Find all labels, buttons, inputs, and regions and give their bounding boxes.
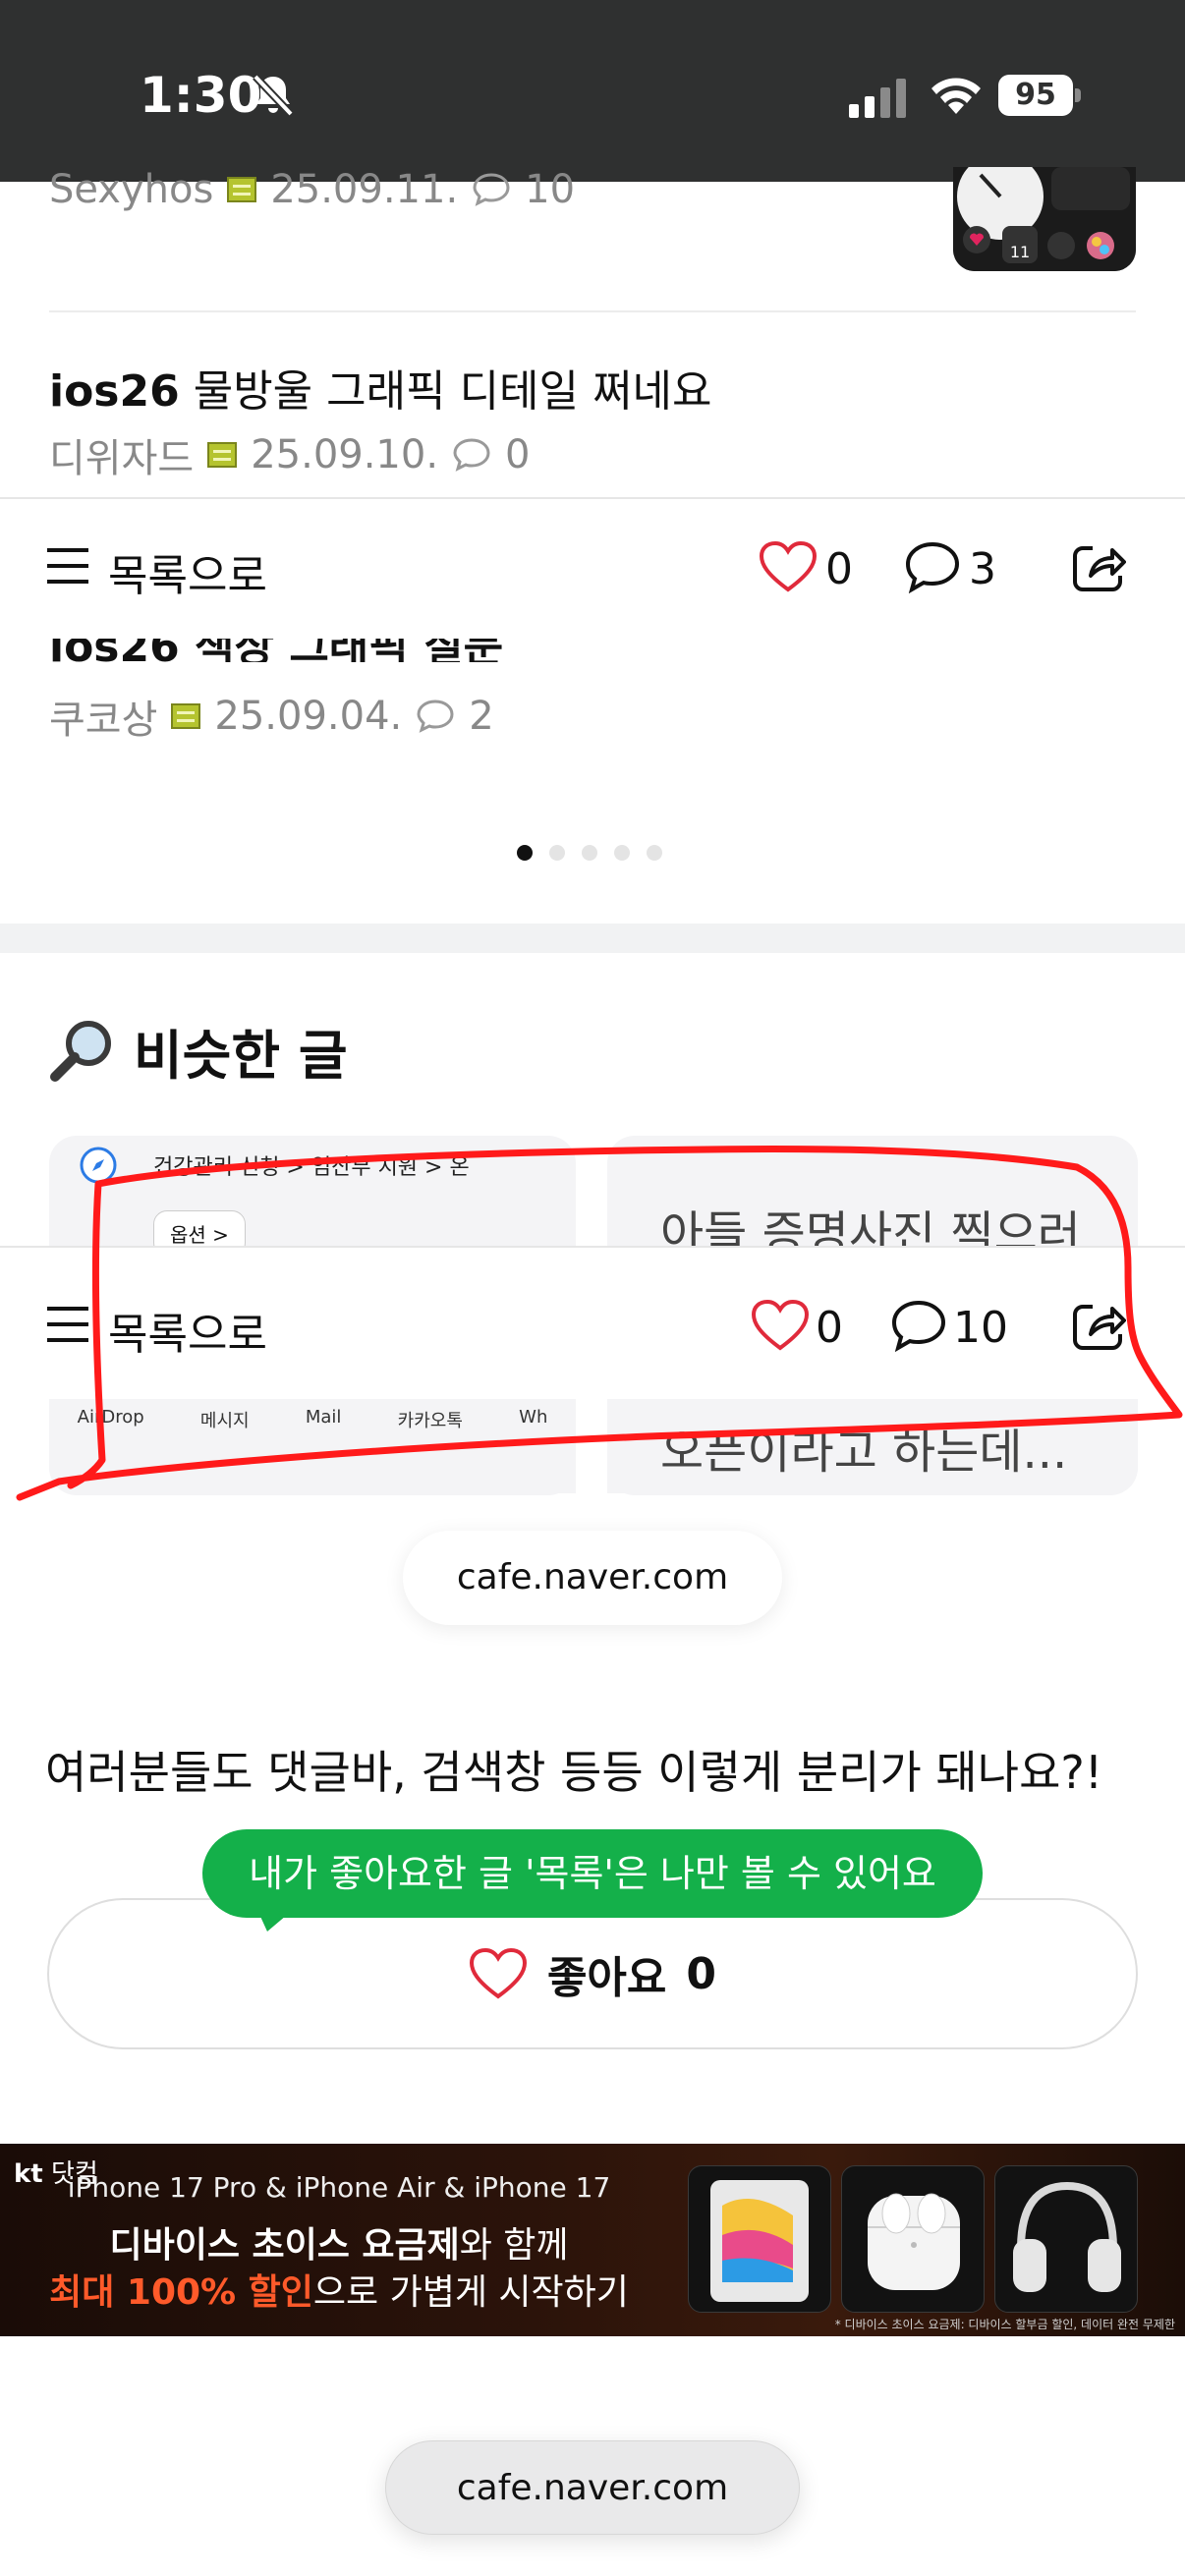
pagination-dot[interactable]	[582, 845, 597, 861]
comment-icon[interactable]	[890, 1299, 947, 1352]
svg-text:11: 11	[1010, 243, 1030, 261]
comment-count: 2	[469, 694, 494, 739]
comment-bubble-icon	[417, 700, 454, 733]
status-time: 1:30	[140, 67, 262, 124]
back-to-list-button[interactable]: 목록으로	[108, 540, 267, 603]
section-separator	[0, 924, 1185, 953]
post-date: 25.09.10.	[251, 432, 439, 477]
pagination-dot[interactable]	[647, 845, 662, 861]
url-bar-top[interactable]: cafe.naver.com	[403, 1531, 782, 1625]
post-meta: 디위자드 25.09.10. 0	[49, 426, 531, 483]
share-icon[interactable]	[1071, 1299, 1126, 1352]
card-lower: 오픈이라고 하는데...	[607, 1399, 1138, 1493]
comment-count: 3	[969, 544, 996, 594]
post-author: 디위자드	[49, 436, 195, 481]
magnifier-icon	[50, 1020, 111, 1082]
bottom-action-bar: 목록으로 0 10	[0, 1246, 1185, 1399]
menu-icon[interactable]	[47, 1305, 88, 1344]
ad-line-3: 최대 100% 할인으로 가볍게 시작하기	[49, 2272, 629, 2313]
like-button[interactable]: 좋아요 0	[47, 1898, 1138, 2049]
bottom-action-bar: 목록으로 0 3	[0, 497, 1185, 635]
tooltip-tail	[257, 1910, 293, 1932]
card-breadcrumb: 건강관리 신청 > 임산부 지원 > 온	[153, 1155, 470, 1180]
ad-fine-print: * 디바이스 초이스 요금제: 디바이스 할부금 할인, 데이터 완전 무제한	[834, 2318, 1175, 2331]
comment-bubble-icon	[473, 173, 510, 206]
comment-icon[interactable]	[904, 540, 961, 593]
post-author: 쿠코상	[49, 698, 158, 743]
airpods-product-image	[841, 2165, 985, 2313]
post-date: 25.09.04.	[214, 694, 403, 739]
cellular-signal-icon	[849, 79, 906, 118]
pagination-dot[interactable]	[614, 845, 630, 861]
post-body-text: 여러분들도 댓글바, 검색창 등등 이렇게 분리가 돼나요?!	[45, 1746, 1103, 1799]
like-count: 0	[816, 1303, 843, 1353]
comment-count: 0	[505, 432, 531, 477]
comment-count: 10	[953, 1303, 1008, 1353]
pagination-dot[interactable]	[517, 845, 533, 861]
post-meta: Sexyhos 25.09.11. 10	[49, 167, 575, 212]
like-count: 0	[825, 544, 853, 594]
heart-icon[interactable]	[751, 1299, 810, 1352]
list-divider	[49, 310, 1136, 312]
ad-line-1: iPhone 17 Pro & iPhone Air & iPhone 17	[67, 2171, 611, 2204]
member-level-icon	[227, 177, 257, 202]
post-author: Sexyhos	[49, 167, 214, 212]
similar-posts-heading: 비슷한 글	[49, 1012, 348, 1090]
share-icon[interactable]	[1071, 540, 1126, 593]
ad-line-2: 디바이스 초이스 요금제와 함께	[109, 2225, 569, 2266]
heart-icon[interactable]	[759, 540, 818, 593]
like-button-count: 0	[686, 1948, 717, 1999]
ad-banner[interactable]: kt 닷컴 iPhone 17 Pro & iPhone Air & iPhon…	[0, 2144, 1185, 2336]
like-button-label: 좋아요	[546, 1953, 667, 2003]
comment-count: 10	[525, 167, 576, 212]
card-share-sheet: AirDrop 메시지 Mail 카카오톡 Wh	[49, 1399, 576, 1493]
like-tooltip: 내가 좋아요한 글 '목록'은 나만 볼 수 있어요	[202, 1829, 983, 1918]
menu-icon[interactable]	[47, 546, 88, 586]
battery-indicator: 95	[998, 75, 1081, 116]
battery-level: 95	[998, 75, 1073, 116]
post-meta: 쿠코상 25.09.04. 2	[49, 688, 494, 745]
member-level-icon	[207, 442, 238, 468]
airpods-max-product-image	[994, 2165, 1138, 2313]
url-bar-bottom[interactable]: cafe.naver.com	[385, 2440, 800, 2535]
post-title[interactable]: ios26 물방울 그래픽 디테일 쩌네요	[49, 356, 711, 419]
heart-icon	[469, 1947, 527, 1999]
post-title-clipped: ios26 색상 그래픽 질문	[49, 639, 560, 662]
wifi-icon	[931, 78, 981, 114]
safari-icon	[80, 1147, 117, 1184]
comment-bubble-icon	[453, 438, 490, 472]
member-level-icon	[171, 703, 201, 729]
card-title-line: 오픈이라고 하는데...	[660, 1425, 1068, 1480]
status-bar: 1:30 95	[0, 0, 1185, 182]
post-thumbnail[interactable]: 11	[953, 167, 1136, 271]
bell-muted-icon	[253, 74, 294, 117]
back-to-list-button[interactable]: 목록으로	[108, 1299, 267, 1362]
carousel-pagination	[517, 845, 662, 861]
ipad-product-image	[688, 2165, 831, 2313]
pagination-dot[interactable]	[549, 845, 565, 861]
post-date: 25.09.11.	[270, 167, 459, 212]
